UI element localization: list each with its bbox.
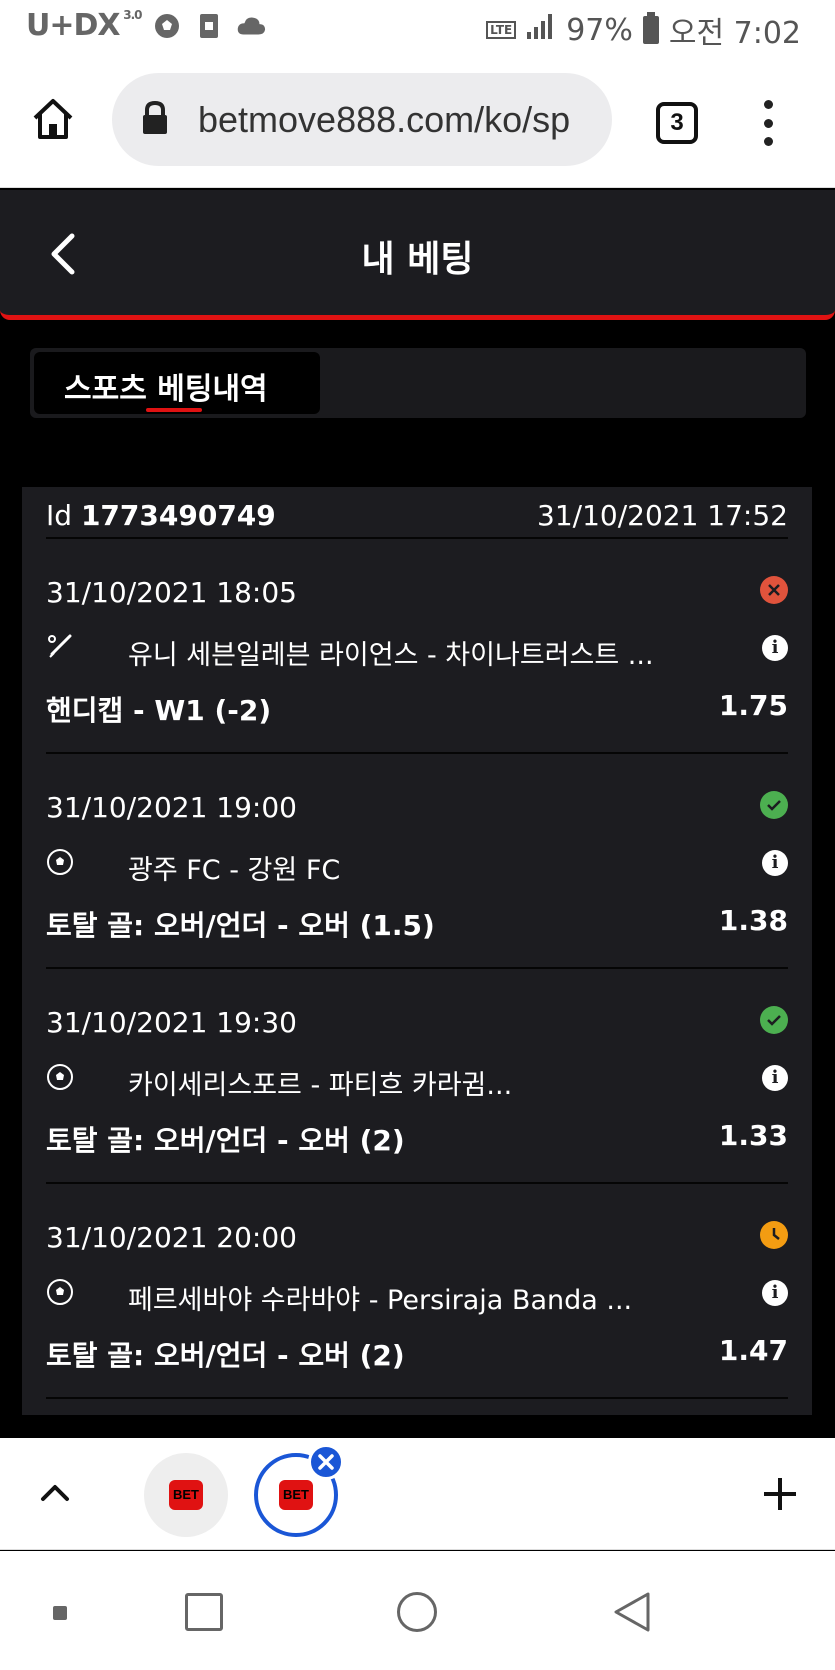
selection-date: 31/10/2021 19:00 bbox=[46, 791, 297, 824]
tab-strip: 스포츠 베팅내역 bbox=[30, 348, 806, 418]
browser-tab-bar: BET BET bbox=[0, 1438, 835, 1550]
nav-back-icon[interactable] bbox=[612, 1591, 652, 1633]
status-bar: U+DX 3.0 LTE 97% 오전 7:02 bbox=[0, 0, 835, 58]
selection-market: 토탈 골: 오버/언더 - 오버 (2) bbox=[46, 1339, 405, 1372]
home-icon[interactable] bbox=[30, 96, 80, 146]
bet-card: Id 1773490749 31/10/2021 17:52 31/10/202… bbox=[22, 487, 812, 1415]
page-title: 내 베팅 bbox=[361, 239, 474, 280]
bet-selection: 31/10/2021 18:05 유니 세븐일레븐 라이언스 - 차이나트러스트… bbox=[46, 539, 788, 754]
battery-icon bbox=[642, 12, 659, 44]
soccer-ball-icon bbox=[46, 1278, 74, 1306]
selection-match: 카이세리스포르 - 파티흐 카라귐... bbox=[128, 1070, 513, 1101]
soccer-ball-icon bbox=[46, 848, 74, 876]
selection-match: 유니 세븐일레븐 라이언스 - 차이나트러스트 ... bbox=[128, 640, 654, 671]
pending-clock-icon bbox=[760, 1221, 788, 1249]
info-icon[interactable]: i bbox=[762, 635, 788, 661]
info-icon[interactable]: i bbox=[762, 1065, 788, 1091]
bet-selection: 31/10/2021 20:00 페르세바야 수라바야 - Persiraja … bbox=[46, 1184, 788, 1399]
info-icon[interactable]: i bbox=[762, 1280, 788, 1306]
close-tab-icon[interactable] bbox=[308, 1444, 344, 1480]
selection-match: 광주 FC - 강원 FC bbox=[128, 855, 341, 886]
cloud-icon bbox=[236, 11, 266, 41]
tab-label: 스포츠 베팅내역 bbox=[64, 372, 268, 407]
lte-icon: LTE bbox=[486, 21, 517, 39]
selection-odds: 1.38 bbox=[718, 904, 788, 937]
lost-x-icon bbox=[760, 576, 788, 604]
selection-market: 토탈 골: 오버/언더 - 오버 (1.5) bbox=[46, 909, 435, 942]
overflow-menu-icon[interactable] bbox=[758, 100, 778, 146]
bet-logo: BET bbox=[169, 1480, 203, 1510]
won-check-icon bbox=[760, 1006, 788, 1034]
soccer-ball-icon bbox=[46, 1063, 74, 1091]
battery-percent: 97% bbox=[566, 12, 633, 48]
selection-market: 핸디캡 - W1 (-2) bbox=[46, 694, 272, 727]
won-check-icon bbox=[760, 791, 788, 819]
baseball-icon bbox=[46, 633, 74, 661]
bet-card-header: Id 1773490749 31/10/2021 17:52 bbox=[46, 487, 788, 539]
browser-toolbar: betmove888.com/ko/sp 3 bbox=[0, 58, 835, 188]
selection-date: 31/10/2021 19:30 bbox=[46, 1006, 297, 1039]
tab-active-indicator bbox=[146, 408, 202, 412]
bet-id: Id 1773490749 bbox=[46, 499, 276, 532]
selection-odds: 1.75 bbox=[718, 689, 788, 722]
bet-logo: BET bbox=[279, 1480, 313, 1510]
selection-date: 31/10/2021 20:00 bbox=[46, 1221, 297, 1254]
selection-odds: 1.47 bbox=[718, 1334, 788, 1367]
nav-dot-icon[interactable] bbox=[53, 1606, 67, 1620]
nav-home-icon[interactable] bbox=[397, 1592, 437, 1632]
chevron-up-icon[interactable] bbox=[38, 1476, 74, 1512]
bet-selection: 31/10/2021 19:30 카이세리스포르 - 파티흐 카라귐... i … bbox=[46, 969, 788, 1184]
bet-selection: 31/10/2021 19:00 광주 FC - 강원 FC i 토탈 골: 오… bbox=[46, 754, 788, 969]
tab-sports-bet-history[interactable]: 스포츠 베팅내역 bbox=[34, 352, 320, 414]
clock: 오전 7:02 bbox=[668, 16, 801, 51]
tab-switcher-button[interactable]: 3 bbox=[656, 102, 698, 144]
info-icon[interactable]: i bbox=[762, 850, 788, 876]
address-bar[interactable]: betmove888.com/ko/sp bbox=[112, 73, 612, 166]
selection-match: 페르세바야 수라바야 - Persiraja Banda ... bbox=[128, 1285, 633, 1316]
app-header: 내 베팅 bbox=[0, 190, 835, 320]
selection-date: 31/10/2021 18:05 bbox=[46, 576, 297, 609]
tab-thumbnail[interactable]: BET bbox=[144, 1453, 228, 1537]
bet-created-date: 31/10/2021 17:52 bbox=[537, 499, 788, 532]
signal-icon bbox=[526, 12, 556, 48]
system-nav-bar bbox=[0, 1551, 835, 1670]
selection-odds: 1.33 bbox=[718, 1119, 788, 1152]
soccer-ball-icon bbox=[152, 11, 182, 41]
url-text: betmove888.com/ko/sp bbox=[198, 98, 571, 140]
recent-apps-icon[interactable] bbox=[185, 1593, 223, 1631]
carrier-label: U+DX 3.0 bbox=[26, 8, 143, 43]
sim-icon bbox=[194, 11, 224, 41]
new-tab-plus-icon[interactable] bbox=[762, 1476, 798, 1512]
selection-market: 토탈 골: 오버/언더 - 오버 (2) bbox=[46, 1124, 405, 1157]
lock-icon bbox=[140, 100, 180, 140]
